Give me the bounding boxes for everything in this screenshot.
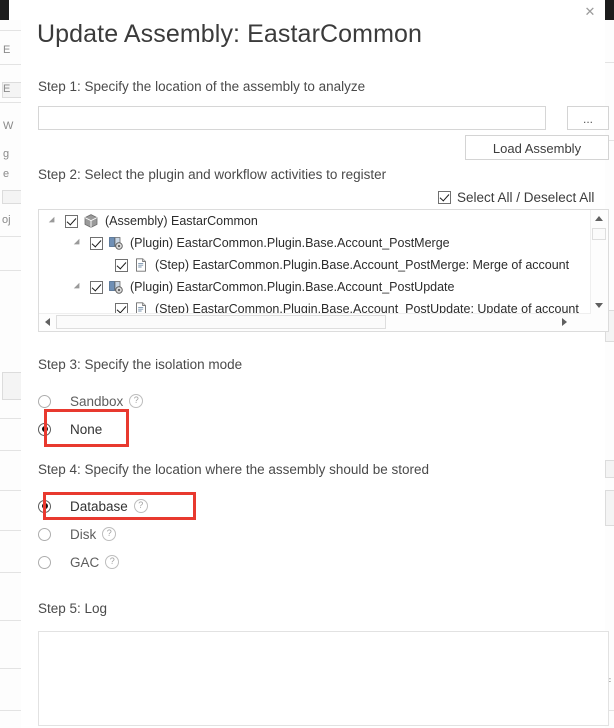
tree-expander-icon[interactable] [70,238,84,248]
step5-label: Step 5: Log [38,601,108,616]
tree-node-checkbox[interactable] [65,214,78,228]
radio-none[interactable] [38,422,51,436]
step3-label: Step 3: Specify the isolation mode [38,357,243,372]
browse-button[interactable]: ... [567,106,609,130]
radio-gac[interactable] [38,555,51,569]
tree-expander-icon[interactable] [45,216,59,226]
storage-option-database[interactable]: Database ? [38,496,148,516]
screen: E E W g e oj = ✕ Update Assembly: Eastar… [0,0,614,728]
tree-node-label: (Plugin) EastarCommon.Plugin.Base.Accoun… [130,280,455,294]
tree-node[interactable]: (Step) EastarCommon.Plugin.Base.Account_… [39,254,591,276]
help-icon[interactable]: ? [102,527,117,541]
background-text-fragment: W [3,120,14,132]
background-text-fragment: e [3,168,10,180]
scroll-down-arrow-icon[interactable] [591,297,607,314]
registration-tree[interactable]: (Assembly) EastarCommon (Plugin) EastarCo… [39,210,591,314]
isolation-option-sandbox-label: Sandbox [70,393,124,409]
tree-node-label: (Step) EastarCommon.Plugin.Base.Account_… [155,258,570,272]
tree-node-label: (Assembly) EastarCommon [105,214,258,228]
scroll-up-arrow-icon[interactable] [591,210,607,227]
registration-tree-panel: (Assembly) EastarCommon (Plugin) EastarCo… [38,209,609,332]
help-icon[interactable]: ? [105,555,120,569]
background-text-fragment: g [3,148,10,160]
tree-node-checkbox[interactable] [115,258,128,272]
storage-option-gac-label: GAC [70,554,100,570]
isolation-option-none-label: None [70,421,103,437]
load-assembly-button[interactable]: Load Assembly [465,135,609,160]
radio-database[interactable] [38,499,51,513]
storage-option-gac[interactable]: GAC ? [38,552,120,572]
tree-node[interactable]: (Plugin) EastarCommon.Plugin.Base.Accoun… [39,232,591,254]
plugin-icon [108,279,124,295]
tree-node-checkbox[interactable] [90,280,103,294]
tree-node[interactable]: (Step) EastarCommon.Plugin.Base.Account_… [39,298,591,314]
storage-option-database-label: Database [70,498,128,514]
help-icon[interactable]: ? [133,499,148,513]
isolation-option-sandbox[interactable]: Sandbox ? [38,391,144,411]
background-window-edge-left [0,0,9,20]
assembly-icon [83,213,99,229]
plugin-icon [108,235,124,251]
tree-vertical-scroll-thumb[interactable] [592,228,606,240]
step2-label: Step 2: Select the plugin and workflow a… [38,167,387,182]
background-window-edge-right [605,0,614,20]
tree-node[interactable]: (Plugin) EastarCommon.Plugin.Base.Accoun… [39,276,591,298]
radio-disk[interactable] [38,527,51,541]
radio-sandbox[interactable] [38,394,51,408]
page-title: Update Assembly: EastarCommon [37,20,423,48]
select-all-checkbox[interactable] [438,190,451,204]
storage-option-disk[interactable]: Disk ? [38,524,117,544]
tree-node-label: (Plugin) EastarCommon.Plugin.Base.Accoun… [130,236,450,250]
scroll-left-arrow-icon[interactable] [39,314,55,330]
tree-expander-icon[interactable] [70,282,84,292]
scrollbar-corner [591,314,608,331]
tree-node-checkbox[interactable] [90,236,103,250]
background-text-fragment: E [3,83,11,95]
background-text-fragment: E [3,44,11,56]
tree-node[interactable]: (Assembly) EastarCommon [39,210,591,232]
storage-option-disk-label: Disk [70,526,97,542]
step1-label: Step 1: Specify the location of the asse… [38,79,366,94]
tree-horizontal-scrollbar[interactable] [39,313,591,331]
help-icon[interactable]: ? [129,394,144,408]
background-text-fragment: oj [2,214,11,226]
update-assembly-dialog: ✕ Update Assembly: EastarCommon Step 1: … [21,0,609,728]
background-window-left-strip: E E W g e oj [0,20,22,728]
isolation-option-none[interactable]: None [38,419,102,439]
close-icon[interactable]: ✕ [578,2,602,22]
scroll-right-arrow-icon[interactable] [556,314,572,330]
assembly-path-input[interactable] [38,106,546,130]
select-all-label: Select All / Deselect All [457,189,595,205]
tree-horizontal-scroll-thumb[interactable] [56,315,386,329]
step-icon [133,257,149,273]
step4-label: Step 4: Specify the location where the a… [38,462,429,477]
select-all-checkbox-row[interactable]: Select All / Deselect All [438,188,594,206]
log-textarea[interactable] [38,631,609,726]
tree-vertical-scrollbar[interactable] [590,210,608,314]
